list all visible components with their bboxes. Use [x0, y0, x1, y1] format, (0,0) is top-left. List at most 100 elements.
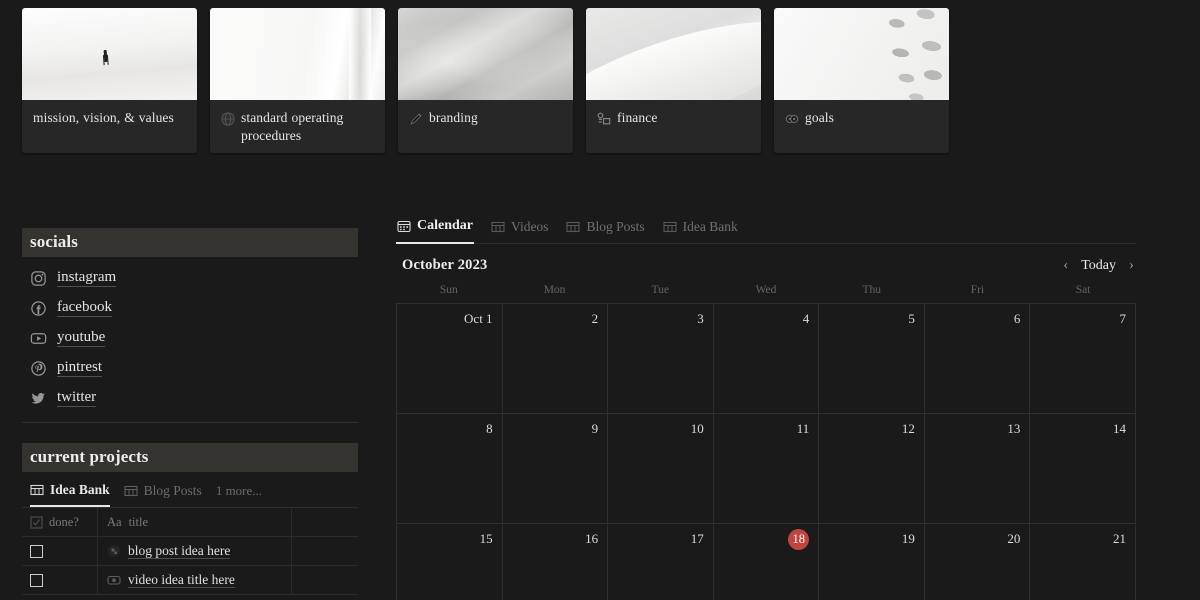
calendar-week: Oct 1 2 3 4 5 6 7 — [397, 304, 1136, 414]
table-row[interactable]: blog post idea here — [22, 537, 358, 566]
calendar-day-cell[interactable]: 14 — [1030, 414, 1136, 524]
pinterest-icon — [30, 360, 47, 377]
column-header-empty — [292, 508, 358, 536]
social-label: facebook — [57, 299, 112, 317]
tab-label: Idea Bank — [683, 219, 738, 235]
gallery-card[interactable]: finance — [586, 8, 761, 153]
calendar-day-cell[interactable]: 18 — [714, 524, 820, 600]
column-header-title[interactable]: Aa title — [98, 508, 292, 536]
table-icon — [30, 483, 44, 497]
section-divider — [22, 422, 358, 423]
tab-videos[interactable]: Videos — [490, 219, 549, 243]
tab-label: Videos — [511, 219, 548, 235]
tab-idea-bank[interactable]: Idea Bank — [662, 219, 739, 243]
page-icon — [107, 544, 121, 558]
social-label: instagram — [57, 269, 116, 287]
calendar-day-cell[interactable]: 17 — [608, 524, 714, 600]
table-icon — [566, 220, 580, 234]
day-number: 5 — [908, 311, 915, 327]
gallery-card[interactable]: mission, vision, & values — [22, 8, 197, 153]
dow-label: Sun — [396, 284, 502, 303]
social-link-twitter[interactable]: twitter — [22, 383, 358, 413]
card-title: finance — [617, 109, 657, 127]
social-link-youtube[interactable]: youtube — [22, 323, 358, 353]
calendar-day-cell[interactable]: 6 — [925, 304, 1031, 414]
socials-header: socials — [22, 228, 358, 257]
row-title-cell[interactable]: blog post idea here — [98, 537, 292, 565]
tab-idea-bank[interactable]: Idea Bank — [30, 482, 110, 507]
chevron-right-icon[interactable]: › — [1129, 258, 1134, 273]
calendar-day-cell[interactable]: 9 — [503, 414, 609, 524]
tab-label: Blog Posts — [586, 219, 644, 235]
day-number: 15 — [480, 531, 493, 547]
today-button[interactable]: Today — [1081, 258, 1116, 274]
column-header-done[interactable]: done? — [22, 508, 98, 536]
calendar-day-cell[interactable]: 13 — [925, 414, 1031, 524]
target-icon — [785, 112, 799, 126]
row-checkbox-cell[interactable] — [22, 566, 98, 594]
day-number: 21 — [1113, 531, 1126, 547]
calendar-day-cell[interactable]: 15 — [397, 524, 503, 600]
table-icon — [124, 484, 138, 498]
day-number: 9 — [592, 421, 599, 437]
table-row[interactable]: video idea title here — [22, 566, 358, 595]
white-window-photo — [210, 8, 385, 100]
gallery-card[interactable]: goals — [774, 8, 949, 153]
leaf-shadow-photo — [774, 8, 949, 100]
column-label: done? — [49, 515, 79, 530]
calendar-day-cell[interactable]: 21 — [1030, 524, 1136, 600]
calendar-day-cell[interactable]: 2 — [503, 304, 609, 414]
tab-label: Idea Bank — [50, 482, 110, 498]
social-link-pinterest[interactable]: pintrest — [22, 353, 358, 383]
chevron-left-icon[interactable]: ‹ — [1063, 258, 1068, 273]
calendar-day-cell[interactable]: 3 — [608, 304, 714, 414]
card-title: standard operating procedures — [241, 109, 375, 145]
gallery-cards: mission, vision, & values standard opera… — [22, 8, 949, 153]
dow-label: Fri — [925, 284, 1031, 303]
day-of-week-header: Sun Mon Tue Wed Thu Fri Sat — [396, 284, 1136, 303]
gallery-card[interactable]: standard operating procedures — [210, 8, 385, 153]
calendar-day-cell[interactable]: 7 — [1030, 304, 1136, 414]
day-number-today: 18 — [788, 529, 809, 550]
tab-calendar[interactable]: Calendar — [396, 218, 474, 244]
walking-figure-photo — [22, 8, 197, 100]
calendar-day-cell[interactable]: 4 — [714, 304, 820, 414]
calendar-day-cell[interactable]: 19 — [819, 524, 925, 600]
facebook-icon — [30, 300, 47, 317]
social-label: twitter — [57, 389, 96, 407]
day-number: 4 — [803, 311, 810, 327]
card-title: goals — [805, 109, 834, 127]
table-header-row: done? Aa title — [22, 508, 358, 537]
day-number: 20 — [1007, 531, 1020, 547]
tab-blog-posts[interactable]: Blog Posts — [565, 219, 645, 243]
calendar-day-cell[interactable]: 5 — [819, 304, 925, 414]
row-checkbox[interactable] — [30, 574, 43, 587]
social-link-instagram[interactable]: instagram — [22, 263, 358, 293]
social-link-facebook[interactable]: facebook — [22, 293, 358, 323]
calendar-day-cell[interactable]: 10 — [608, 414, 714, 524]
more-tabs-button[interactable]: 1 more... — [216, 483, 262, 506]
calendar-day-cell[interactable]: 11 — [714, 414, 820, 524]
calendar-day-cell[interactable]: 12 — [819, 414, 925, 524]
card-title: branding — [429, 109, 478, 127]
clouds-photo — [398, 8, 573, 100]
calendar-day-cell[interactable]: 20 — [925, 524, 1031, 600]
day-number: 7 — [1119, 311, 1126, 327]
instagram-icon — [30, 270, 47, 287]
tab-blog-posts[interactable]: Blog Posts — [124, 483, 202, 506]
day-number: 6 — [1014, 311, 1021, 327]
day-number: 2 — [592, 311, 599, 327]
gallery-card[interactable]: branding — [398, 8, 573, 153]
calendar-grid: Oct 1 2 3 4 5 6 7 8 9 10 11 12 13 14 15 … — [396, 303, 1136, 600]
dow-label: Tue — [607, 284, 713, 303]
text-aa-icon: Aa — [107, 515, 122, 530]
row-checkbox-cell[interactable] — [22, 537, 98, 565]
calendar-day-cell[interactable]: 8 — [397, 414, 503, 524]
dow-label: Sat — [1030, 284, 1136, 303]
row-checkbox[interactable] — [30, 545, 43, 558]
calendar-day-cell[interactable]: 16 — [503, 524, 609, 600]
calendar-day-cell[interactable]: Oct 1 — [397, 304, 503, 414]
dow-label: Mon — [502, 284, 608, 303]
calendar-month-label: October 2023 — [402, 257, 488, 274]
row-title-cell[interactable]: video idea title here — [98, 566, 292, 594]
